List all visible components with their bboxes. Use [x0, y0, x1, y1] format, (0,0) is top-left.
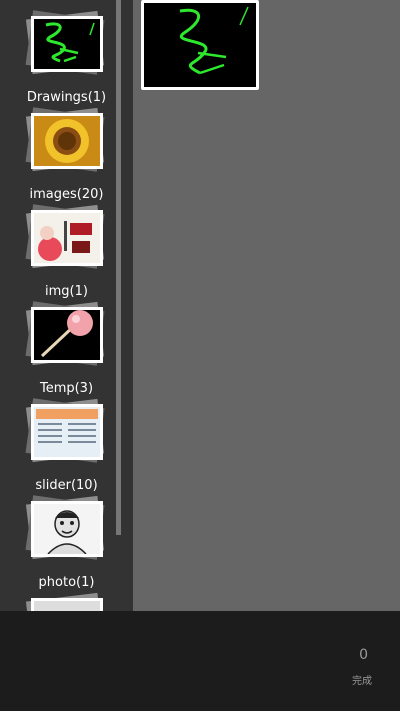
album-picker: Drawings(1) images(20) img(1) Temp(3) sl…	[0, 0, 400, 711]
album-cover-photo	[25, 495, 107, 560]
album-cover-temp	[25, 301, 107, 366]
green-scribble-icon	[45, 22, 95, 63]
green-scribble-icon	[144, 3, 256, 87]
selected-count: 0	[359, 647, 368, 663]
album-item-slider[interactable]: slider(10)	[0, 394, 133, 493]
album-item-partial[interactable]	[0, 588, 133, 611]
poster-icon	[34, 213, 100, 263]
album-list-scrollbar[interactable]	[116, 0, 121, 535]
lollipop-icon	[34, 310, 100, 360]
album-item-img[interactable]: img(1)	[0, 200, 133, 299]
photo-thumbnail[interactable]	[141, 0, 259, 90]
album-item-temp[interactable]: Temp(3)	[0, 297, 133, 396]
document-thumb	[31, 404, 103, 460]
bottom-toolbar: 0 完成	[0, 611, 400, 711]
document-icon	[34, 407, 100, 457]
sunflower-thumb	[31, 113, 103, 169]
meme-face-thumb	[31, 501, 103, 557]
album-cover-img	[25, 204, 107, 269]
album-cover-partial	[25, 592, 107, 611]
done-button[interactable]: 完成	[352, 672, 372, 687]
zhou-nian-poster-thumb	[31, 210, 103, 266]
sunflower-icon	[34, 116, 100, 166]
partial-thumb	[31, 598, 103, 611]
lollipop-thumb	[31, 307, 103, 363]
album-item-images[interactable]: images(20)	[0, 103, 133, 202]
album-cover-slider	[25, 398, 107, 463]
photo-grid[interactable]	[133, 0, 400, 611]
album-item-drawings[interactable]: Drawings(1)	[0, 6, 133, 105]
green-scribble-thumb	[31, 16, 103, 72]
meme-face-icon	[34, 504, 100, 554]
album-list[interactable]: Drawings(1) images(20) img(1) Temp(3) sl…	[0, 0, 133, 611]
album-cover-drawings	[25, 10, 107, 75]
album-cover-images	[25, 107, 107, 172]
album-item-photo[interactable]: photo(1)	[0, 491, 133, 590]
